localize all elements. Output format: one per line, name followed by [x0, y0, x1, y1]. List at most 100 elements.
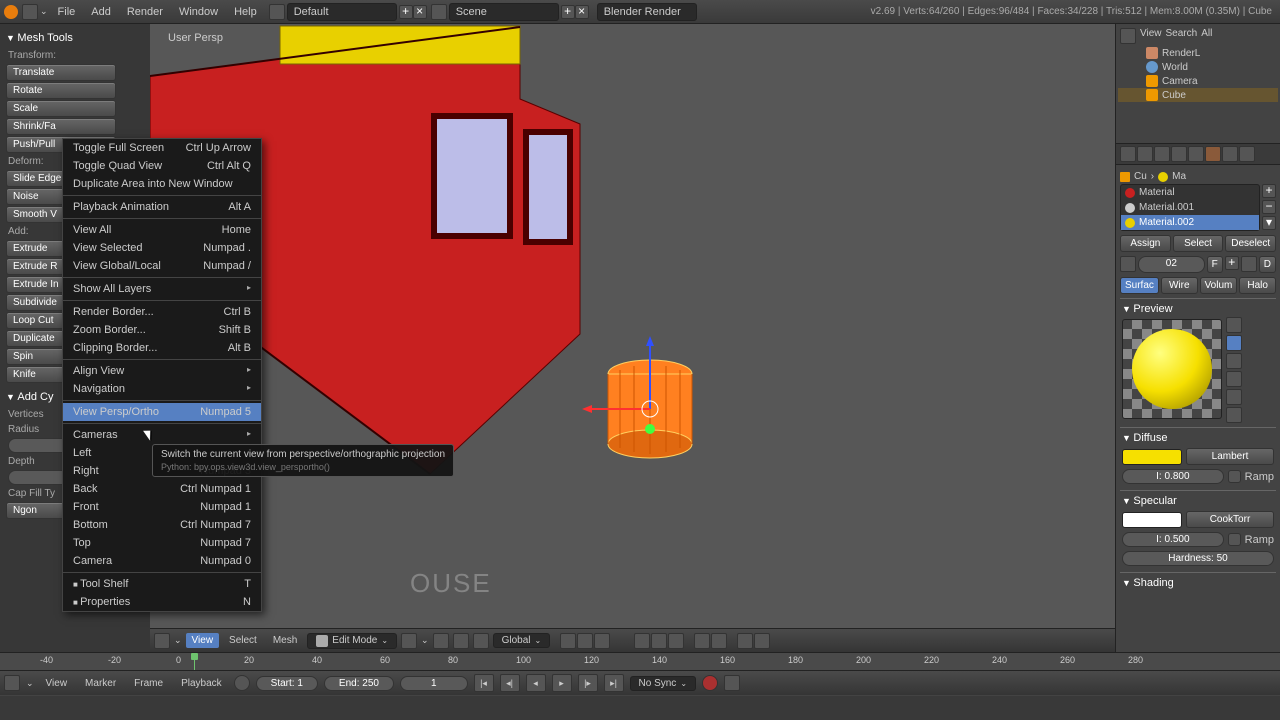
menu-duplicate-area[interactable]: Duplicate Area into New Window	[63, 175, 261, 193]
menu-back[interactable]: BackCtrl Numpad 1	[63, 480, 261, 498]
layer-btn[interactable]	[594, 633, 610, 649]
jump-end-button[interactable]: ▸|	[604, 674, 624, 692]
preview-sphere-icon[interactable]	[1226, 335, 1242, 351]
hardness-field[interactable]: Hardness: 50	[1122, 551, 1274, 566]
play-reverse-button[interactable]: ◂	[526, 674, 546, 692]
menu-camera[interactable]: CameraNumpad 0	[63, 552, 261, 570]
menu-playback-anim[interactable]: Playback AnimationAlt A	[63, 198, 261, 216]
menu-view-global-local[interactable]: View Global/LocalNumpad /	[63, 257, 261, 275]
material-slot[interactable]: Material.001	[1121, 200, 1259, 215]
deselect-button[interactable]: Deselect	[1225, 235, 1276, 252]
record-icon[interactable]	[234, 675, 250, 691]
node-icon[interactable]	[1241, 256, 1257, 272]
screen-layout-dropdown[interactable]: Default	[287, 3, 397, 21]
header-view-menu[interactable]: View	[186, 633, 220, 648]
remove-material-button[interactable]: −	[1262, 200, 1276, 214]
tl-marker[interactable]: Marker	[79, 676, 122, 691]
menu-help[interactable]: Help	[226, 1, 265, 23]
preview-sky-icon[interactable]	[1226, 407, 1242, 423]
outliner-view[interactable]: View	[1140, 28, 1162, 44]
menu-bottom[interactable]: BottomCtrl Numpad 7	[63, 516, 261, 534]
texture-tab-icon[interactable]	[1222, 146, 1238, 162]
scene-dropdown[interactable]: Scene	[449, 3, 559, 21]
rotate-button[interactable]: Rotate	[6, 82, 116, 99]
data-button[interactable]: D	[1259, 256, 1276, 273]
del-layout-button[interactable]: ×	[413, 5, 427, 19]
menu-view-persp-ortho[interactable]: View Persp/OrthoNumpad 5	[63, 403, 261, 421]
world-tab-icon[interactable]	[1154, 146, 1170, 162]
outliner-row[interactable]: World	[1118, 60, 1278, 74]
material-slot-list[interactable]: Material Material.001 Material.002	[1120, 184, 1260, 231]
render-icon[interactable]	[737, 633, 753, 649]
play-button[interactable]: ▸	[552, 674, 572, 692]
timeline-ruler[interactable]: -40-200204060801001201401601802002202402…	[0, 653, 1280, 671]
add-layout-button[interactable]: +	[399, 5, 413, 19]
preview-flat-icon[interactable]	[1226, 317, 1242, 333]
render-tab-icon[interactable]	[1120, 146, 1136, 162]
shading-header[interactable]: Shading	[1120, 575, 1276, 591]
object-tab-icon[interactable]	[1171, 146, 1187, 162]
menu-cameras[interactable]: Cameras	[63, 426, 261, 444]
menu-render[interactable]: Render	[119, 1, 171, 23]
menu-navigation[interactable]: Navigation	[63, 380, 261, 398]
select-button[interactable]: Select	[1173, 235, 1224, 252]
menu-tool-shelf[interactable]: Tool ShelfT	[63, 575, 261, 593]
assign-button[interactable]: Assign	[1120, 235, 1171, 252]
diffuse-ramp-checkbox[interactable]	[1228, 470, 1241, 483]
keying-set-icon[interactable]	[724, 675, 740, 691]
menu-align-view[interactable]: Align View	[63, 362, 261, 380]
tl-playback[interactable]: Playback	[175, 676, 228, 691]
modifier-tab-icon[interactable]	[1188, 146, 1204, 162]
new-mat-button[interactable]: +	[1225, 256, 1239, 270]
menu-render-border[interactable]: Render Border...Ctrl B	[63, 303, 261, 321]
specular-color-swatch[interactable]	[1122, 512, 1182, 528]
volume-tab[interactable]: Volum	[1200, 277, 1238, 294]
outliner-all[interactable]: All	[1201, 28, 1212, 44]
jump-start-button[interactable]: |◂	[474, 674, 494, 692]
header-mesh-menu[interactable]: Mesh	[267, 633, 303, 648]
outliner-search[interactable]: Search	[1166, 28, 1198, 44]
fake-user-button[interactable]: F	[1207, 256, 1223, 273]
end-frame-field[interactable]: End: 250	[324, 676, 394, 691]
specular-header[interactable]: Specular	[1120, 493, 1276, 509]
menu-add[interactable]: Add	[83, 1, 119, 23]
add-scene-button[interactable]: +	[561, 5, 575, 19]
layer-btn[interactable]	[560, 633, 576, 649]
mesh-tools-header[interactable]: Mesh Tools	[4, 28, 146, 48]
menu-toggle-fullscreen[interactable]: Toggle Full ScreenCtrl Up Arrow	[63, 139, 261, 157]
menu-zoom-border[interactable]: Zoom Border...Shift B	[63, 321, 261, 339]
shrink-button[interactable]: Shrink/Fa	[6, 118, 116, 135]
diffuse-header[interactable]: Diffuse	[1120, 430, 1276, 446]
manipulator-icon[interactable]	[453, 633, 469, 649]
scene-icon[interactable]	[431, 4, 447, 20]
layer-btn[interactable]	[577, 633, 593, 649]
pivot-icon[interactable]	[433, 633, 449, 649]
menu-show-layers[interactable]: Show All Layers	[63, 280, 261, 298]
menu-clip-border[interactable]: Clipping Border...Alt B	[63, 339, 261, 357]
outliner-row[interactable]: RenderL	[1118, 46, 1278, 60]
screen-layout-icon[interactable]	[269, 4, 285, 20]
material-tab-icon[interactable]	[1205, 146, 1221, 162]
outliner-row[interactable]: Camera	[1118, 74, 1278, 88]
editor-type-icon[interactable]	[22, 4, 38, 20]
diffuse-color-swatch[interactable]	[1122, 449, 1182, 465]
editor-type-icon[interactable]	[154, 633, 170, 649]
preview-cube-icon[interactable]	[1226, 353, 1242, 369]
outliner-type-icon[interactable]	[1120, 28, 1136, 44]
chevron-down-icon[interactable]: ⌄	[174, 635, 182, 646]
tl-frame[interactable]: Frame	[128, 676, 169, 691]
preview-hair-icon[interactable]	[1226, 389, 1242, 405]
diffuse-shader-dropdown[interactable]: Lambert	[1186, 448, 1274, 465]
menu-toggle-quad[interactable]: Toggle Quad ViewCtrl Alt Q	[63, 157, 261, 175]
material-specials-icon[interactable]: ▾	[1262, 216, 1276, 230]
specular-ramp-checkbox[interactable]	[1228, 533, 1241, 546]
keyframe-prev-button[interactable]: ◂|	[500, 674, 520, 692]
snap-type-icon[interactable]	[711, 633, 727, 649]
mat-users-field[interactable]: 02	[1138, 256, 1205, 273]
timeline-type-icon[interactable]	[4, 675, 20, 691]
manipulator-move-icon[interactable]	[473, 633, 489, 649]
surface-tab[interactable]: Surfac	[1120, 277, 1159, 294]
mode-dropdown[interactable]: Edit Mode⌄	[307, 633, 397, 649]
sync-dropdown[interactable]: No Sync⌄	[630, 676, 697, 691]
outliner-row[interactable]: Cube	[1118, 88, 1278, 102]
